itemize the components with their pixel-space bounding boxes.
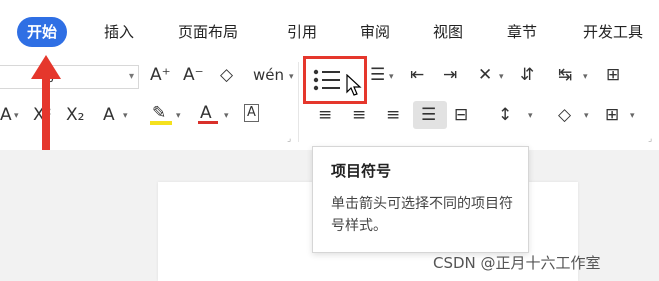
bullet-list-icon[interactable] bbox=[312, 66, 342, 94]
font-color-bar bbox=[198, 121, 218, 124]
text-direction-icon[interactable]: ✕ bbox=[478, 64, 492, 86]
char-border-icon[interactable]: A bbox=[244, 104, 259, 122]
subscript-icon[interactable]: X₂ bbox=[66, 104, 84, 126]
divider bbox=[298, 62, 299, 142]
tooltip-title: 项目符号 bbox=[331, 162, 392, 180]
strikethrough-icon[interactable]: A bbox=[0, 104, 12, 126]
chevron-down-icon[interactable]: ▾ bbox=[528, 111, 533, 121]
tooltip-description: 单击箭头可选择不同的项目符号样式。 bbox=[331, 196, 513, 234]
line-break-icon[interactable]: ↹ bbox=[558, 64, 572, 86]
font-dialog-launcher-icon[interactable]: ⌟ bbox=[287, 134, 291, 144]
chevron-down-icon[interactable]: ▾ bbox=[630, 111, 635, 121]
align-center-icon[interactable]: ≡ bbox=[352, 104, 366, 126]
chevron-down-icon[interactable]: ▾ bbox=[224, 111, 229, 121]
chevron-down-icon[interactable]: ▾ bbox=[584, 111, 589, 121]
distributed-align-icon[interactable]: ⊟ bbox=[454, 104, 468, 126]
increase-indent-icon[interactable]: ⇥ bbox=[443, 64, 457, 86]
numbered-list-icon[interactable]: ☰ bbox=[370, 64, 385, 86]
text-effect-icon[interactable]: A bbox=[103, 104, 115, 126]
menu-bar: 开始 插入 页面布局 引用 审阅 视图 章节 开发工具 bbox=[0, 0, 659, 60]
tab-insert[interactable]: 插入 bbox=[104, 17, 134, 47]
shrink-font-icon[interactable]: A⁻ bbox=[183, 64, 204, 86]
font-size-select[interactable]: 号 ▾ bbox=[0, 65, 139, 89]
chevron-down-icon[interactable]: ▾ bbox=[14, 111, 19, 121]
tab-page-layout[interactable]: 页面布局 bbox=[178, 17, 238, 47]
chevron-down-icon[interactable]: ▾ bbox=[583, 72, 588, 82]
tab-home[interactable]: 开始 bbox=[17, 17, 68, 47]
annotation-arrow-icon bbox=[31, 55, 61, 150]
sort-icon[interactable]: ⇵ bbox=[520, 64, 534, 86]
phonetic-guide-icon[interactable]: wén bbox=[253, 64, 284, 86]
watermark: CSDN @正月十六工作室 bbox=[433, 254, 601, 272]
borders-icon[interactable]: ⊞ bbox=[605, 104, 619, 126]
bullet-tooltip: 项目符号 单击箭头可选择不同的项目符号样式。 bbox=[312, 146, 529, 253]
tab-section[interactable]: 章节 bbox=[507, 17, 537, 47]
tab-developer[interactable]: 开发工具 bbox=[583, 17, 643, 47]
line-spacing-icon[interactable]: ↕ bbox=[498, 104, 512, 126]
ruler-icon[interactable]: ⊞ bbox=[606, 64, 620, 86]
highlight-color-bar bbox=[150, 121, 172, 125]
chevron-down-icon[interactable]: ▾ bbox=[289, 72, 294, 82]
chevron-down-icon: ▾ bbox=[128, 71, 134, 82]
chevron-down-icon[interactable]: ▾ bbox=[176, 111, 181, 121]
align-right-icon[interactable]: ≡ bbox=[386, 104, 400, 126]
chevron-down-icon[interactable]: ▾ bbox=[499, 72, 504, 82]
tab-view[interactable]: 视图 bbox=[433, 17, 463, 47]
align-justify-icon: ☰ bbox=[421, 105, 437, 125]
clear-format-icon[interactable]: ◇ bbox=[220, 64, 233, 86]
shading-icon[interactable]: ◇ bbox=[558, 104, 571, 126]
chevron-down-icon[interactable]: ▾ bbox=[123, 111, 128, 121]
mouse-cursor-icon bbox=[346, 74, 362, 96]
decrease-indent-icon[interactable]: ⇤ bbox=[410, 64, 424, 86]
tab-references[interactable]: 引用 bbox=[287, 17, 317, 47]
tab-review[interactable]: 审阅 bbox=[360, 17, 390, 47]
grow-font-icon[interactable]: A⁺ bbox=[150, 64, 171, 86]
align-left-icon[interactable]: ≡ bbox=[318, 104, 332, 126]
paragraph-dialog-launcher-icon[interactable]: ⌟ bbox=[648, 134, 652, 144]
chevron-down-icon[interactable]: ▾ bbox=[389, 72, 394, 82]
